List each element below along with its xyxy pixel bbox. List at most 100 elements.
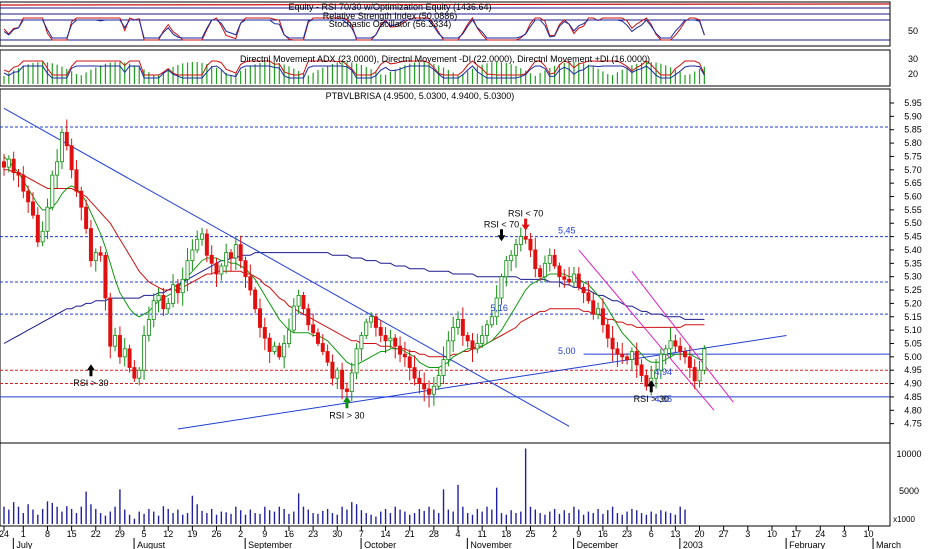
candle-body: [513, 244, 518, 256]
x-day-label: 2: [238, 529, 243, 539]
candle-body: [634, 351, 639, 366]
candle-body: [591, 300, 596, 315]
candle-body: [40, 230, 45, 243]
candle-body: [547, 254, 552, 264]
candle-body: [238, 244, 243, 262]
candle-body: [214, 262, 219, 275]
x-month-label: September: [248, 540, 292, 549]
candle-body: [243, 260, 248, 278]
candle-body: [16, 172, 21, 176]
candle-body: [489, 316, 494, 326]
level-label: 5,16: [490, 303, 508, 313]
price-label: PTBVLBRISA (4.9500, 5.0300, 4.9400, 5.03…: [326, 91, 515, 101]
x-day-label: 9: [262, 529, 267, 539]
candle-body: [209, 254, 214, 264]
candle-body: [451, 327, 456, 342]
x-month-label: 2003: [683, 540, 703, 549]
candle-body: [499, 276, 504, 299]
candle-body: [436, 375, 441, 387]
dmi-tick-30: 30: [908, 54, 918, 64]
candle-body: [480, 335, 485, 344]
candle-body: [272, 345, 277, 352]
candle-body: [180, 278, 185, 294]
level-label: 4,94: [655, 367, 673, 377]
candle-body: [378, 327, 383, 336]
candle-body: [683, 351, 688, 358]
candle-body: [151, 300, 156, 320]
candle-body: [224, 252, 229, 267]
candle-body: [586, 292, 591, 302]
candle-body: [702, 348, 707, 371]
x-day-label: 29: [115, 529, 125, 539]
x-day-label: 13: [670, 529, 680, 539]
candle-body: [108, 297, 113, 347]
y-tick-label: 5.65: [904, 178, 922, 188]
candle-body: [93, 252, 98, 262]
candle-body: [402, 353, 407, 358]
x-day-label: 7: [359, 529, 364, 539]
x-month-label: July: [16, 540, 33, 549]
x-day-label: 12: [163, 529, 173, 539]
level-label: 5,00: [558, 346, 576, 356]
candle-body: [557, 265, 562, 278]
candle-body: [253, 289, 258, 310]
candle-body: [533, 249, 538, 270]
candle-body: [417, 377, 422, 384]
x-day-label: 19: [187, 529, 197, 539]
x-month-label: March: [876, 540, 901, 549]
candle-body: [306, 308, 311, 326]
candle-body: [74, 169, 79, 192]
x-day-label: 3: [842, 529, 847, 539]
volume-unit: x1000: [893, 515, 915, 524]
candle-body: [248, 276, 253, 291]
level-label: 5,45: [558, 226, 576, 236]
candle-body: [30, 201, 35, 216]
signal-label: RSI > 30: [73, 378, 108, 388]
candle-body: [349, 372, 354, 392]
candle-body: [219, 265, 224, 275]
y-tick-label: 5.00: [904, 352, 922, 362]
x-day-label: 4: [456, 529, 461, 539]
candle-body: [200, 233, 205, 240]
x-day-label: 21: [405, 529, 415, 539]
candle-body: [354, 348, 359, 374]
y-tick-label: 5.20: [904, 298, 922, 308]
candle-body: [315, 332, 320, 344]
y-tick-label: 5.50: [904, 218, 922, 228]
candle-body: [132, 367, 137, 379]
candle-body: [388, 337, 393, 342]
candle-body: [552, 254, 557, 267]
candle-body: [103, 254, 108, 299]
x-day-label: 18: [501, 529, 511, 539]
candle-body: [142, 335, 147, 371]
signal-label: RSI < 70: [508, 209, 543, 219]
x-month-label: August: [137, 540, 166, 549]
candle-body: [267, 337, 272, 352]
candle-body: [562, 276, 567, 280]
x-day-label: 2: [552, 529, 557, 539]
candle-body: [369, 316, 374, 323]
y-tick-label: 4.95: [904, 365, 922, 375]
volume-panel: 10000 5000 x1000: [0, 442, 922, 527]
candle-body: [538, 268, 543, 278]
x-day-label: 10: [767, 529, 777, 539]
candle-body: [629, 351, 634, 360]
candle-body: [441, 359, 446, 376]
candle-body: [518, 236, 523, 246]
x-day-label: 1: [21, 529, 26, 539]
candle-body: [2, 161, 7, 168]
candle-body: [301, 294, 306, 310]
x-day-label: 6: [649, 529, 654, 539]
candle-body: [364, 321, 369, 336]
oscillator-panel: Equity - RSI 70/30 w/Optimization Equity…: [0, 1, 918, 47]
candle-body: [335, 369, 340, 379]
y-tick-label: 5.55: [904, 205, 922, 215]
x-day-label: 26: [212, 529, 222, 539]
candle-body: [446, 340, 451, 360]
candle-body: [262, 327, 267, 339]
signal-label: RSI > 30: [634, 394, 669, 404]
dmi-panel: Directnl Movement ADX (23.0000), Directn…: [0, 49, 918, 87]
x-day-label: 11: [477, 529, 486, 539]
candle-body: [257, 308, 262, 328]
x-day-label: 15: [67, 529, 77, 539]
